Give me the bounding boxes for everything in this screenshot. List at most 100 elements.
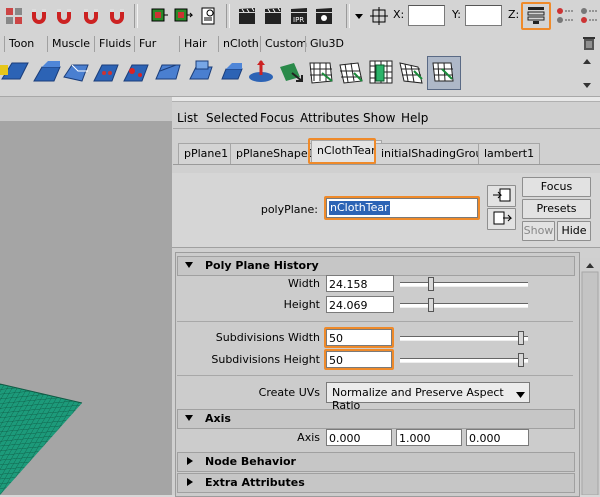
menu-help[interactable]: Help <box>401 111 428 125</box>
height-label: Height <box>283 298 320 311</box>
snap-to-curve-icon[interactable] <box>53 5 74 26</box>
menu-focus[interactable]: Focus <box>260 111 294 125</box>
axis-z-field[interactable]: 0.000 <box>466 429 529 446</box>
status-line: IPR X: Y: Z: <box>0 0 600 34</box>
ncloth-blue-plane-icon[interactable] <box>218 57 248 87</box>
go-to-output-icon[interactable] <box>487 208 516 230</box>
viewport-header <box>0 97 172 121</box>
focus-button[interactable]: Focus <box>522 177 591 197</box>
shelf <box>0 53 600 97</box>
section-node-behavior[interactable]: Node Behavior <box>177 452 575 472</box>
height-slider-knob[interactable] <box>428 298 434 312</box>
select-by-hierarchy-icon[interactable] <box>3 5 24 26</box>
render-settings-icon[interactable] <box>313 5 334 26</box>
divider <box>177 375 573 376</box>
section-title: Poly Plane History <box>205 259 319 272</box>
render-current-frame-icon[interactable] <box>262 5 283 26</box>
snap-to-plane-icon[interactable] <box>106 5 127 26</box>
subdivisions-height-highlight <box>324 349 394 370</box>
axis-x-field[interactable]: 0.000 <box>326 429 392 446</box>
shelf-tab-fur[interactable]: Fur <box>134 36 160 52</box>
trash-icon[interactable] <box>582 35 596 51</box>
menu-selected[interactable]: Selected <box>206 111 258 125</box>
tab-divider <box>173 164 600 165</box>
render-current-frame-icon[interactable] <box>236 5 257 26</box>
shelf-tab-hair[interactable]: Hair <box>179 36 211 52</box>
separator <box>346 4 350 28</box>
x-label: X: <box>393 8 405 21</box>
input-output-icon[interactable] <box>148 5 169 26</box>
width-slider[interactable] <box>400 277 528 291</box>
construction-history-icon[interactable] <box>172 5 193 26</box>
attributes-scrollbar[interactable] <box>580 258 600 495</box>
axis-y-field[interactable]: 1.000 <box>396 429 462 446</box>
viewport[interactable] <box>0 97 172 495</box>
menu-show[interactable]: Show <box>363 111 395 125</box>
shelf-tab-custom[interactable]: Custom <box>260 36 311 52</box>
section-axis[interactable]: Axis <box>177 409 575 429</box>
width-label: Width <box>288 277 320 290</box>
chevron-down-icon <box>516 389 525 402</box>
checker-post-icon[interactable] <box>366 57 396 87</box>
menu-list[interactable]: List <box>177 111 198 125</box>
tab-pplane1[interactable]: pPlane1 <box>178 143 235 165</box>
subdivisions-height-slider[interactable] <box>400 353 528 367</box>
selection-mask-icon[interactable] <box>368 5 389 26</box>
section-extra-attributes[interactable]: Extra Attributes <box>177 473 575 493</box>
ncloth-field-icon[interactable] <box>276 57 306 87</box>
checker-wind-icon[interactable] <box>396 57 426 87</box>
x-coordinate-field[interactable] <box>408 5 445 26</box>
tab-lambert1[interactable]: lambert1 <box>478 143 541 165</box>
ncloth-tear-icon[interactable] <box>92 57 122 87</box>
create-uvs-dropdown[interactable]: Normalize and Preserve Aspect Ratio <box>326 382 530 412</box>
ncloth-constraint-icon[interactable] <box>62 57 92 87</box>
height-slider[interactable] <box>400 298 528 312</box>
svg-text:IPR: IPR <box>293 16 304 24</box>
presets-button[interactable]: Presets <box>522 199 591 219</box>
show-button[interactable]: Show <box>522 221 555 241</box>
tool-settings-icon[interactable] <box>554 5 575 26</box>
render-view-icon[interactable] <box>197 5 218 26</box>
ipr-render-icon[interactable]: IPR <box>288 5 309 26</box>
chevron-down-icon[interactable] <box>352 5 366 26</box>
divider <box>177 321 573 322</box>
hide-button[interactable]: Hide <box>557 221 591 241</box>
shelf-tab-muscle[interactable]: Muscle <box>47 36 94 52</box>
shelf-scroll[interactable] <box>582 57 592 88</box>
node-name-highlight <box>324 196 480 220</box>
height-field[interactable]: 24.069 <box>326 296 394 313</box>
shelf-tab-fluids[interactable]: Fluids <box>94 36 135 52</box>
subdivisions-width-slider[interactable] <box>400 331 528 345</box>
checker-cloth-icon[interactable] <box>306 57 336 87</box>
channel-box-icon[interactable] <box>578 5 599 26</box>
subdivisions-height-slider-knob[interactable] <box>518 353 524 367</box>
checker-tear-icon[interactable] <box>427 56 461 90</box>
ncloth-cache-icon[interactable] <box>154 57 184 87</box>
expand-icon <box>187 478 193 486</box>
section-title: Axis <box>205 412 231 425</box>
snap-to-grid-icon[interactable] <box>28 5 49 26</box>
subdivisions-width-highlight <box>324 327 394 348</box>
go-to-input-icon[interactable] <box>487 185 516 207</box>
ncloth-rest-shape-icon[interactable] <box>186 57 216 87</box>
width-slider-knob[interactable] <box>428 277 434 291</box>
width-field[interactable]: 24.158 <box>326 275 394 292</box>
subdivisions-width-label: Subdivisions Width <box>215 331 320 344</box>
shelf-tab-glu3d[interactable]: Glu3D <box>305 36 348 52</box>
active-tab-highlight <box>308 138 376 164</box>
shelf-tab-ncloth[interactable]: nCloth <box>218 36 263 52</box>
checker-drape-icon[interactable] <box>336 57 366 87</box>
subdivisions-width-slider-knob[interactable] <box>518 331 524 345</box>
snap-to-point-icon[interactable] <box>80 5 101 26</box>
create-uvs-label: Create UVs <box>258 386 320 399</box>
ncloth-create-icon[interactable] <box>0 57 30 87</box>
ncloth-passive-icon[interactable] <box>32 57 62 87</box>
ncloth-gravity-icon[interactable] <box>246 57 276 87</box>
shelf-tab-toon[interactable]: Toon <box>4 36 38 52</box>
ncloth-paint-icon[interactable] <box>122 57 152 87</box>
section-poly-plane-history[interactable]: Poly Plane History <box>177 256 575 276</box>
menu-attributes[interactable]: Attributes <box>300 111 359 125</box>
attribute-editor-header-bar <box>172 97 600 102</box>
y-coordinate-field[interactable] <box>465 5 502 26</box>
collapse-icon <box>185 415 193 421</box>
